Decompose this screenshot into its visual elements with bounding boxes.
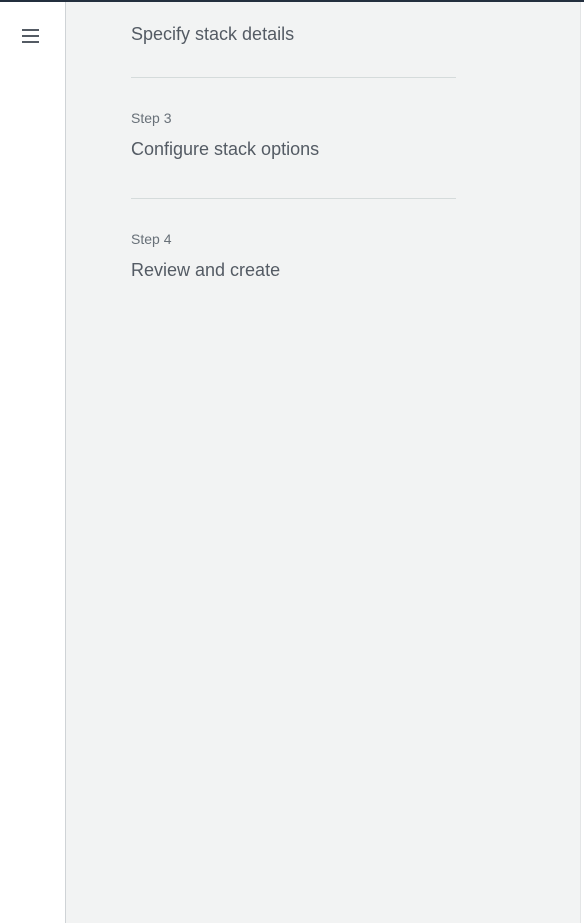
step-divider xyxy=(131,77,456,78)
wizard-steps-panel: Specify stack details Step 3 Configure s… xyxy=(66,2,580,923)
step-title[interactable]: Configure stack options xyxy=(131,137,456,161)
step-number-label: Step 4 xyxy=(131,231,172,247)
step-number-label: Step 3 xyxy=(131,110,172,126)
left-rail xyxy=(0,2,66,923)
step-title[interactable]: Review and create xyxy=(131,258,456,282)
hamburger-menu-icon-bar xyxy=(22,41,39,43)
step-divider xyxy=(131,198,456,199)
step-title[interactable]: Specify stack details xyxy=(131,22,456,46)
step-specify-stack-details[interactable]: Specify stack details xyxy=(131,22,456,46)
step-configure-stack-options[interactable]: Step 3 Configure stack options xyxy=(131,109,456,161)
step-review-and-create[interactable]: Step 4 Review and create xyxy=(131,230,456,282)
hamburger-menu-icon-bar xyxy=(22,35,39,37)
content-edge xyxy=(580,2,584,923)
menu-button[interactable] xyxy=(20,26,44,48)
hamburger-menu-icon xyxy=(22,29,39,31)
